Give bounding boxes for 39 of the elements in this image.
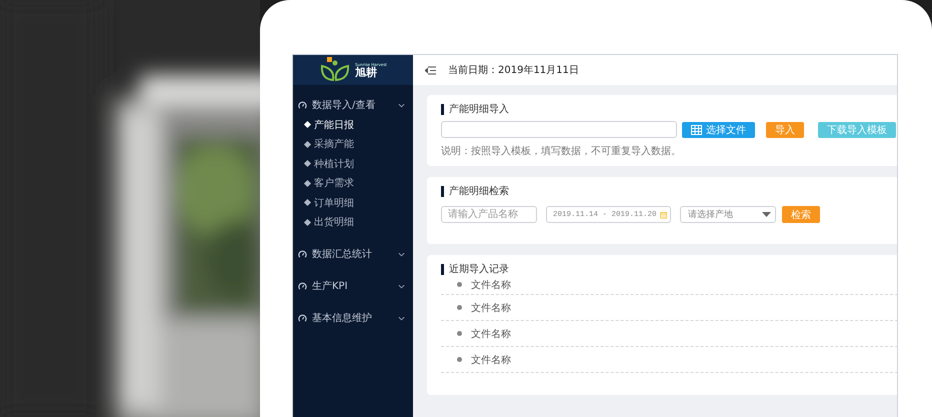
product-name-field[interactable]: 请输入产品名称 <box>441 206 537 223</box>
bullet-icon <box>457 282 462 287</box>
menu-item[interactable]: 客户需求 <box>293 174 413 193</box>
chevron-icon <box>398 252 405 256</box>
leaf-logo-icon <box>319 57 352 83</box>
menu-icon[interactable] <box>425 66 436 74</box>
file-name[interactable]: 文件名称 <box>471 300 511 314</box>
menu-group[interactable]: 数据汇总统计 <box>293 245 413 263</box>
file-name[interactable]: 文件名称 <box>471 352 511 366</box>
chevron-icon <box>398 102 405 108</box>
chevron-icon <box>398 284 405 288</box>
current-date: 当前日期：2019年11月11日 <box>448 64 579 77</box>
gauge-icon <box>298 100 307 110</box>
menu-group[interactable]: 生产KPI <box>293 277 413 295</box>
dropdown-caret-icon <box>762 212 771 217</box>
menu-item[interactable]: 种植计划 <box>293 154 413 174</box>
note-text: 说明：按照导入模板，填写数据，不可重复导入数据。 <box>441 144 682 158</box>
menu-item[interactable]: 产能日报 <box>293 115 413 134</box>
file-name[interactable]: 文件名称 <box>471 326 511 340</box>
logo-name: 旭耕 <box>355 66 378 78</box>
card-title: 产能明细导入 <box>441 104 509 115</box>
chevron-icon <box>398 316 405 320</box>
bullet-icon <box>457 331 462 336</box>
gauge-icon <box>298 314 307 322</box>
gauge-icon <box>298 282 307 290</box>
file-path-field[interactable] <box>441 121 677 138</box>
card-title: 产能明细检索 <box>441 186 509 197</box>
file-name[interactable]: 文件名称 <box>471 278 511 292</box>
bullet-icon <box>457 305 462 310</box>
origin-select[interactable]: 请选择产地 <box>680 206 776 223</box>
menu-group[interactable]: 基本信息维护 <box>293 309 413 327</box>
menu-item[interactable]: 订单明细 <box>293 193 413 212</box>
bullet-icon <box>457 357 462 362</box>
menu-item[interactable]: 采摘产能 <box>293 134 413 154</box>
card-title: 近期导入记录 <box>441 264 509 275</box>
menu-item[interactable]: 出货明细 <box>293 212 413 232</box>
gauge-icon <box>298 250 307 258</box>
menu-group[interactable]: 数据导入/查看 <box>293 96 413 114</box>
grid-icon <box>691 124 702 134</box>
